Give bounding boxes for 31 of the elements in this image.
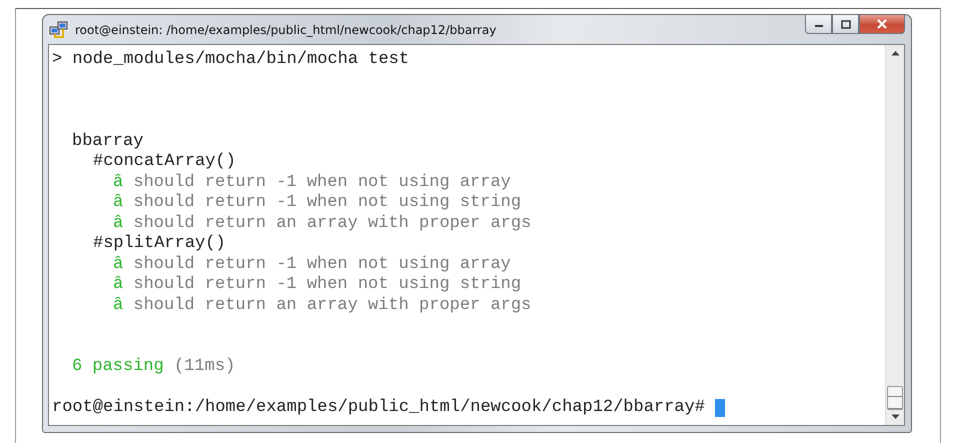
close-button[interactable]	[859, 15, 905, 34]
test-description: should return -1 when not using string	[133, 275, 522, 296]
test-description: should return -1 when not using array	[133, 254, 511, 275]
command-line: > node_modules/mocha/bin/mocha test	[52, 50, 410, 70]
pass-mark: â	[113, 193, 124, 214]
test-description: should return -1 when not using array	[133, 172, 511, 193]
pass-mark: â	[113, 275, 124, 296]
shell-prompt: root@einstein:/home/examples/public_html/newcook/chap12/bbarray#	[52, 398, 705, 418]
pass-mark: â	[113, 254, 124, 275]
test-description: should return an array with proper args	[133, 296, 532, 316]
pass-mark: â	[113, 214, 124, 234]
maximize-button[interactable]	[832, 15, 859, 34]
computers-icon	[49, 20, 69, 38]
window-title: root@einstein: /home/examples/public_html/newcook/chap12/bbarray	[75, 22, 496, 36]
text-cursor	[715, 398, 726, 417]
vertical-scrollbar[interactable]	[885, 45, 904, 425]
suite-name: bbarray	[71, 132, 144, 152]
maximize-icon	[840, 20, 850, 28]
scroll-down-arrow-icon[interactable]	[890, 414, 900, 420]
scroll-thumb[interactable]	[887, 386, 903, 410]
test-group-name: #concatArray()	[92, 152, 237, 172]
test-duration: (11ms)	[174, 357, 236, 378]
minimize-button[interactable]	[805, 15, 832, 34]
close-icon	[876, 19, 888, 29]
passing-count: 6 passing	[72, 357, 164, 378]
pass-mark: â	[113, 296, 124, 316]
pass-mark: â	[113, 172, 124, 193]
test-description: should return an array with proper args	[133, 214, 532, 234]
test-description: should return -1 when not using string	[133, 193, 522, 214]
test-group-name: #splitArray()	[92, 234, 227, 254]
scroll-up-arrow-icon[interactable]	[890, 50, 900, 56]
